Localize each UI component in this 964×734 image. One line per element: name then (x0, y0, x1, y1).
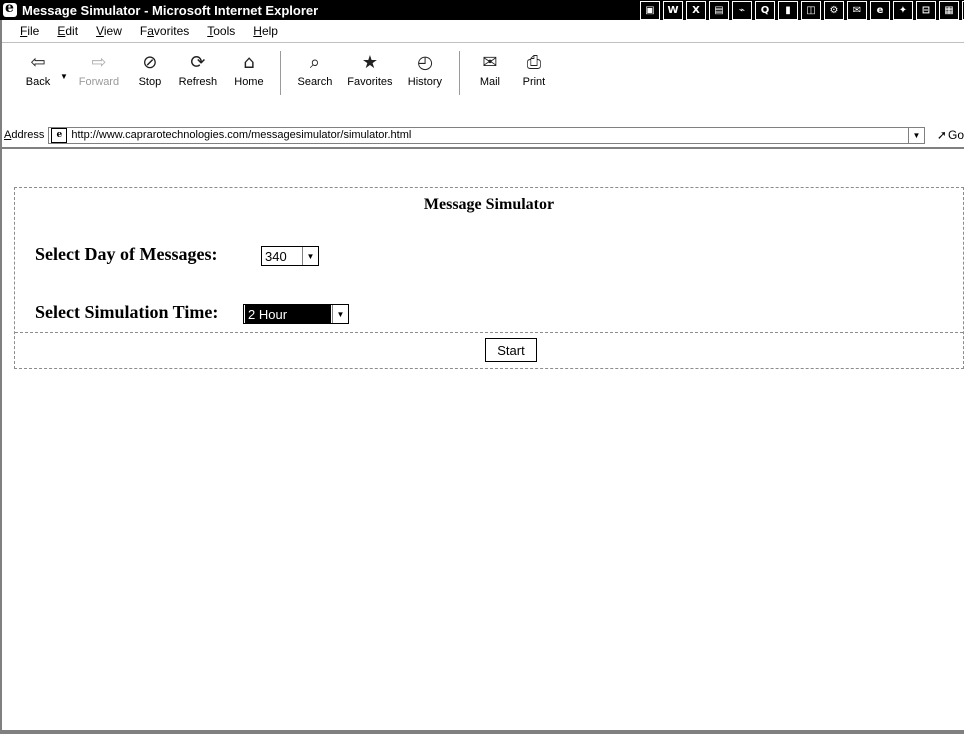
address-bar: Address e http://www.caprarotechnologies… (0, 123, 964, 149)
home-icon: ⌂ (243, 51, 255, 73)
chevron-down-icon[interactable]: ▼ (332, 305, 348, 323)
office-shortcut-bar: ▣ W X ▤ ⌁ Q ▮ ◫ ⚙ ✉ e ✦ ⊟ ▦ § ⊡ (640, 1, 964, 20)
outlook-icon[interactable]: ✉ (847, 1, 867, 20)
forward-arrow-icon: ⇨ (91, 51, 107, 73)
menu-bar: File Edit View Favorites Tools Help (0, 20, 964, 43)
menu-view[interactable]: View (87, 24, 131, 38)
menu-edit[interactable]: Edit (48, 24, 87, 38)
access-icon[interactable]: ⌁ (732, 1, 752, 20)
history-button[interactable]: ◴ History (399, 51, 451, 89)
ie-icon[interactable]: e (870, 1, 890, 20)
favorites-icon: ★ (361, 51, 378, 73)
menu-help[interactable]: Help (244, 24, 287, 38)
refresh-icon: ⟳ (190, 51, 206, 73)
binder-icon[interactable]: ▮ (778, 1, 798, 20)
tools-icon[interactable]: ⚙ (824, 1, 844, 20)
bookshelf-icon[interactable]: ◫ (801, 1, 821, 20)
form-divider (15, 332, 963, 333)
powerpoint-icon[interactable]: ▤ (709, 1, 729, 20)
chevron-down-icon[interactable]: ▼ (302, 247, 318, 265)
time-select-value: 2 Hour (245, 305, 331, 323)
start-button[interactable]: Start (485, 338, 537, 362)
browser-window: Message Simulator - Microsoft Internet E… (0, 0, 964, 734)
home-button[interactable]: ⌂ Home (226, 51, 272, 89)
refresh-button[interactable]: ⟳ Refresh (170, 51, 226, 89)
stop-icon: ⊘ (142, 51, 158, 73)
forward-button[interactable]: ⇨ Forward (68, 51, 130, 89)
internet-explorer-icon (3, 0, 17, 17)
window-frame-bottom (0, 730, 964, 734)
mail-button[interactable]: ✉ Mail (468, 51, 512, 89)
toolbar-separator (279, 51, 281, 95)
window-title: Message Simulator - Microsoft Internet E… (22, 2, 319, 18)
back-button[interactable]: ⇦ Back (18, 51, 58, 89)
window-icon[interactable]: ▣ (640, 1, 660, 20)
page-content: Message Simulator Select Day of Messages… (0, 149, 964, 734)
menu-tools[interactable]: Tools (198, 24, 244, 38)
simulator-form: Message Simulator Select Day of Messages… (14, 187, 964, 369)
go-button[interactable]: ➚ Go (937, 128, 964, 142)
excel-icon[interactable]: X (686, 1, 706, 20)
back-arrow-icon: ⇦ (30, 51, 46, 73)
page-icon: e (51, 127, 68, 143)
back-dropdown-icon[interactable]: ▼ (60, 72, 68, 81)
calendar-icon[interactable]: ▦ (939, 1, 959, 20)
menu-file[interactable]: File (0, 24, 48, 38)
network-icon[interactable]: ✦ (893, 1, 913, 20)
title-bar: Message Simulator - Microsoft Internet E… (0, 0, 964, 20)
print-button[interactable]: ⎙ Print (512, 51, 556, 89)
search-icon: ⌕ (309, 51, 320, 73)
print-icon: ⎙ (526, 51, 542, 73)
page-title: Message Simulator (423, 196, 555, 213)
window-frame-left (0, 20, 2, 734)
menu-favorites[interactable]: Favorites (131, 24, 198, 38)
day-select-value: 340 (265, 248, 287, 264)
toolbar-separator (458, 51, 460, 95)
time-select[interactable]: 2 Hour ▼ (243, 304, 349, 324)
briefcase-icon[interactable]: ⊟ (916, 1, 936, 20)
find-icon[interactable]: Q (755, 1, 775, 20)
chevron-down-icon[interactable]: ▼ (907, 127, 924, 143)
address-input[interactable]: e http://www.caprarotechnologies.com/mes… (48, 126, 925, 144)
stop-button[interactable]: ⊘ Stop (130, 51, 170, 89)
mail-icon: ✉ (482, 51, 498, 73)
day-label: Select Day of Messages: (35, 244, 218, 264)
day-select[interactable]: 340 ▼ (261, 246, 319, 266)
favorites-button[interactable]: ★ Favorites (341, 51, 399, 89)
standard-toolbar: ⇦ Back ▼ ⇨ Forward ⊘ Stop ⟳ Refresh ⌂ Ho… (0, 43, 964, 123)
search-button[interactable]: ⌕ Search (289, 51, 341, 89)
history-icon: ◴ (417, 51, 433, 73)
word-icon[interactable]: W (663, 1, 683, 20)
address-url: http://www.caprarotechnologies.com/messa… (71, 129, 412, 141)
time-label: Select Simulation Time: (35, 302, 219, 322)
address-label: Address (4, 129, 45, 141)
go-arrow-icon: ➚ (936, 128, 947, 142)
